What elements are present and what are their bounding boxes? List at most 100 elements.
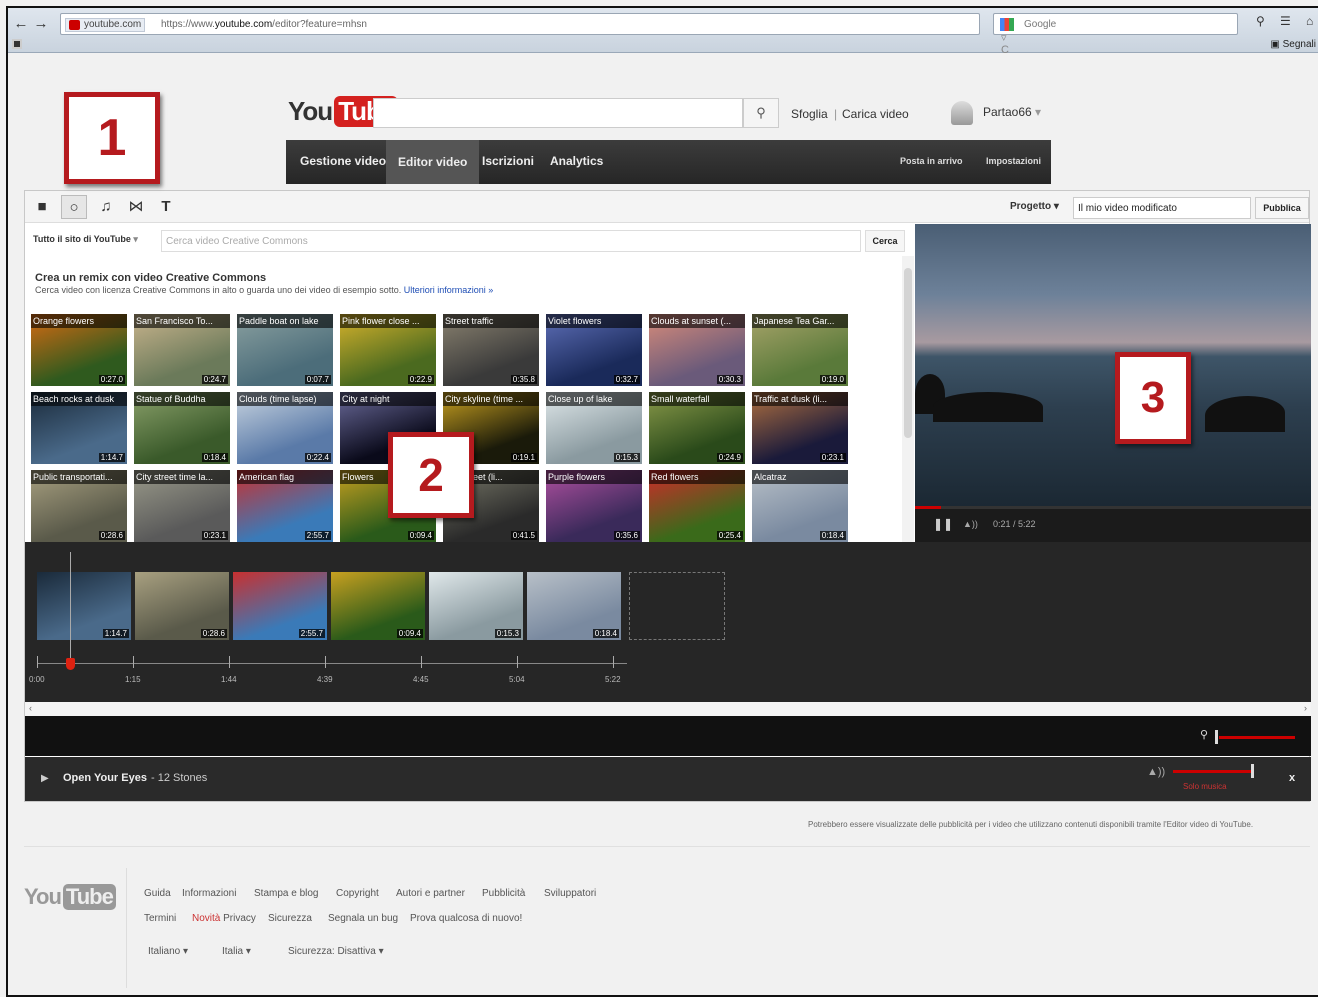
thumbnail-title: Alcatraz <box>752 470 848 484</box>
browser-search-box[interactable]: Google <box>993 13 1238 35</box>
address-bar[interactable]: youtube.com https://www.youtube.com/edit… <box>60 13 1011 56</box>
upload-link[interactable]: Carica video <box>842 107 909 121</box>
video-thumbnail[interactable]: Pink flower close ... 0:22.9 <box>340 314 436 386</box>
remove-audio-button[interactable]: x <box>1289 772 1295 784</box>
browse-scrollbar[interactable] <box>902 256 914 542</box>
avatar[interactable] <box>951 101 973 125</box>
tab-iscrizioni[interactable]: Iscrizioni <box>482 154 534 168</box>
footer-link[interactable]: Copyright <box>336 888 379 899</box>
timeline-clip[interactable]: 0:09.4 <box>331 572 425 640</box>
play-icon[interactable]: ▶ <box>41 773 49 784</box>
video-thumbnail[interactable]: American flag 2:55.7 <box>237 470 333 542</box>
video-thumbnail[interactable]: Public transportati... 0:28.6 <box>31 470 127 542</box>
terms-link[interactable]: Termini <box>144 913 176 924</box>
timeline-ruler[interactable] <box>37 663 627 664</box>
remix-subtitle: Cerca video con licenza Creative Commons… <box>35 285 494 295</box>
footer-link[interactable]: Segnala un bug <box>328 913 398 924</box>
browse-link[interactable]: Sfoglia <box>791 107 828 121</box>
text-icon[interactable]: T <box>153 195 179 219</box>
music-volume-handle[interactable] <box>1251 764 1254 778</box>
creative-commons-icon[interactable]: ○ <box>61 195 87 219</box>
project-name-input[interactable]: Il mio video modificato <box>1073 197 1251 219</box>
thumbnail-duration: 0:35.8 <box>510 375 537 384</box>
music-note-icon[interactable]: ♫ <box>93 195 119 219</box>
cc-search-button[interactable]: Cerca <box>865 230 905 252</box>
thumbnail-title: Orange flowers <box>31 314 127 328</box>
thumbnail-duration: 0:24.9 <box>716 453 743 462</box>
forward-arrow-icon[interactable]: → <box>32 15 50 33</box>
sidebar-toggle-icon[interactable] <box>12 39 22 49</box>
footer-link[interactable]: Sicurezza <box>268 913 312 924</box>
inbox-link[interactable]: Posta in arrivo <box>900 156 963 166</box>
footer-link[interactable]: Stampa e blog <box>254 888 319 899</box>
video-thumbnail[interactable]: Red flowers 0:25.4 <box>649 470 745 542</box>
zoom-slider-handle[interactable] <box>1215 730 1218 744</box>
video-preview[interactable]: ❚❚ ▲)) 0:21 / 5:22 <box>915 224 1311 542</box>
video-thumbnail[interactable]: Orange flowers 0:27.0 <box>31 314 127 386</box>
video-thumbnail[interactable]: Paddle boat on lake 0:07.7 <box>237 314 333 386</box>
footer-link[interactable]: Pubblicità <box>482 888 525 899</box>
cc-search-input[interactable]: Cerca video Creative Commons <box>161 230 861 252</box>
video-thumbnail[interactable]: Japanese Tea Gar... 0:19.0 <box>752 314 848 386</box>
magnifier-icon[interactable]: ⚲ <box>1256 14 1265 28</box>
bookmarks-folder[interactable]: ▣ Segnali <box>1270 39 1316 50</box>
pause-icon[interactable]: ❚❚ <box>933 517 953 531</box>
video-thumbnail[interactable]: Street traffic 0:35.8 <box>443 314 539 386</box>
privacy-link[interactable]: Novità Privacy <box>192 913 256 924</box>
video-thumbnail[interactable]: Beach rocks at dusk 1:14.7 <box>31 392 127 464</box>
footer-link[interactable]: Guida <box>144 888 171 899</box>
volume-icon[interactable]: ▲)) <box>963 519 978 529</box>
safety-select[interactable]: Sicurezza: Disattiva ▾ <box>288 946 384 957</box>
tab-analytics[interactable]: Analytics <box>550 154 603 168</box>
timeline-clip[interactable]: 0:15.3 <box>429 572 523 640</box>
scope-select[interactable]: Tutto il sito di YouTube ▾ <box>33 234 138 245</box>
video-thumbnail[interactable]: City street time la... 0:23.1 <box>134 470 230 542</box>
video-thumbnail[interactable]: Statue of Buddha 0:18.4 <box>134 392 230 464</box>
timeline-clip[interactable]: 2:55.7 <box>233 572 327 640</box>
tab-editor-video[interactable]: Editor video <box>386 140 480 184</box>
clip-drop-slot[interactable] <box>629 572 725 640</box>
timeline-clip[interactable]: 0:28.6 <box>135 572 229 640</box>
song-title: Open Your Eyes <box>63 772 147 784</box>
video-thumbnail[interactable]: Alcatraz 0:18.4 <box>752 470 848 542</box>
home-icon[interactable]: ⌂ <box>1306 14 1313 28</box>
bookmarks-menu-icon[interactable]: ☰ <box>1280 14 1291 28</box>
footer-link[interactable]: Informazioni <box>182 888 236 899</box>
time-display: 0:21 / 5:22 <box>993 519 1036 529</box>
project-label[interactable]: Progetto ▾ <box>1010 201 1059 212</box>
tab-gestione-video[interactable]: Gestione video <box>300 154 386 168</box>
zoom-slider[interactable] <box>1219 736 1295 739</box>
search-input[interactable] <box>373 98 743 128</box>
more-info-link[interactable]: Ulteriori informazioni » <box>404 285 494 295</box>
timeline-clip[interactable]: 1:14.7 <box>37 572 131 640</box>
site-identity[interactable]: youtube.com <box>65 18 146 32</box>
video-thumbnail[interactable]: Clouds at sunset (... 0:30.3 <box>649 314 745 386</box>
settings-link[interactable]: Impostazioni <box>986 156 1041 166</box>
publish-button[interactable]: Pubblica <box>1255 197 1309 219</box>
footer-link[interactable]: Prova qualcosa di nuovo! <box>410 913 522 924</box>
timeline-clip[interactable]: 0:18.4 <box>527 572 621 640</box>
playhead-handle[interactable] <box>66 658 75 670</box>
transitions-icon[interactable]: ⋈ <box>123 195 149 219</box>
footer-youtube-logo[interactable]: You Tube <box>24 884 116 910</box>
video-thumbnail[interactable]: Traffic at dusk (li... 0:23.1 <box>752 392 848 464</box>
video-thumbnail[interactable]: Purple flowers 0:35.6 <box>546 470 642 542</box>
remix-title: Crea un remix con video Creative Commons <box>35 272 267 284</box>
video-thumbnail[interactable]: San Francisco To... 0:24.7 <box>134 314 230 386</box>
video-thumbnail[interactable]: Close up of lake 0:15.3 <box>546 392 642 464</box>
video-thumbnail[interactable]: Clouds (time lapse) 0:22.4 <box>237 392 333 464</box>
thumbnail-title: City at night <box>340 392 436 406</box>
video-camera-icon[interactable]: ■ <box>29 195 55 219</box>
language-select[interactable]: Italiano ▾ <box>148 946 188 957</box>
video-thumbnail[interactable]: Small waterfall 0:24.9 <box>649 392 745 464</box>
playhead[interactable] <box>70 552 71 662</box>
footer-link[interactable]: Autori e partner <box>396 888 465 899</box>
user-menu[interactable]: Partao66 ▾ <box>983 105 1041 119</box>
back-arrow-icon[interactable]: ← <box>12 15 30 33</box>
footer-link[interactable]: Sviluppatori <box>544 888 596 899</box>
timeline-scrollbar[interactable]: ‹ › <box>25 702 1311 716</box>
search-button[interactable]: ⚲ <box>743 98 779 128</box>
country-select[interactable]: Italia ▾ <box>222 946 251 957</box>
video-thumbnail[interactable]: Violet flowers 0:32.7 <box>546 314 642 386</box>
music-volume-slider[interactable] <box>1173 770 1251 773</box>
